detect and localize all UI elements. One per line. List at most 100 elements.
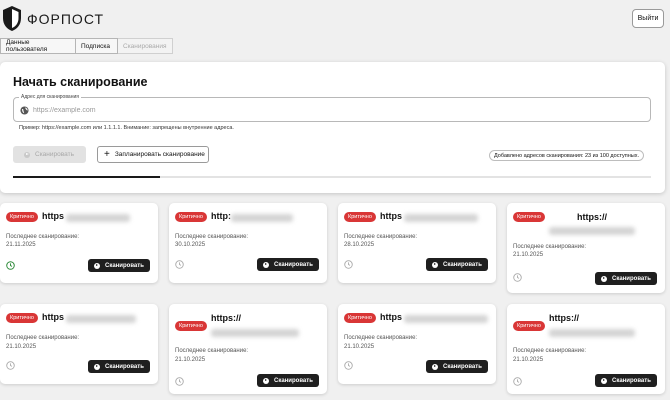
critical-badge: Критично: [175, 321, 207, 331]
tab-subscription[interactable]: Подписка: [76, 38, 118, 54]
start-scan-button: Сканировать: [13, 146, 86, 163]
app-header: ФОРПОСТ Выйти: [0, 0, 670, 40]
critical-badge: Критично: [513, 321, 545, 331]
scan-card: Критично https Последнее сканирование: 2…: [338, 304, 496, 384]
scan-button[interactable]: Сканировать: [88, 360, 150, 373]
blurred-address: [66, 315, 136, 323]
clock-success-icon: [6, 261, 15, 270]
start-scan-label: Сканировать: [35, 151, 74, 158]
last-scan-date: 21.11.2025: [6, 242, 36, 248]
scan-card: Критично https:// Последнее сканирование…: [169, 304, 327, 394]
scan-address-field: Адрес для сканирования: [13, 94, 651, 122]
clock-icon: [344, 361, 353, 370]
card-host: https: [380, 211, 402, 221]
scan-button[interactable]: Сканировать: [88, 259, 150, 272]
scan-button[interactable]: Сканировать: [257, 374, 319, 387]
last-scan-date: 30.10.2025: [175, 242, 206, 248]
scan-button-label: Сканировать: [105, 262, 144, 269]
scan-button[interactable]: Сканировать: [426, 258, 488, 271]
scan-button[interactable]: Сканировать: [595, 374, 657, 387]
blurred-address: [549, 329, 635, 337]
scan-quota-badge: Добавлено адресов сканирования: 23 из 10…: [489, 150, 645, 161]
critical-badge: Критично: [6, 212, 38, 222]
blurred-address: [211, 329, 299, 337]
clock-icon: [344, 260, 353, 269]
play-icon: [94, 363, 100, 370]
last-scan-label: Последнее сканирование:: [175, 234, 249, 240]
globe-icon: [20, 106, 29, 115]
scan-card: Критично https Последнее сканирование: 2…: [0, 203, 158, 283]
scan-address-input[interactable]: [33, 103, 633, 117]
scan-button-label: Сканировать: [274, 261, 313, 268]
scan-button[interactable]: Сканировать: [257, 258, 319, 271]
blurred-address: [404, 214, 478, 222]
last-scan-label: Последнее сканирование:: [6, 234, 80, 240]
schedule-scan-label: Запланировать сканирование: [114, 151, 205, 158]
critical-badge: Критично: [344, 212, 376, 222]
card-host: https: [42, 312, 64, 322]
play-icon: [432, 363, 438, 370]
last-scan-date: 21.10.2025: [175, 357, 206, 363]
scan-button[interactable]: Сканировать: [426, 360, 488, 373]
card-host: https://: [577, 212, 607, 222]
last-scan-label: Последнее сканирование:: [513, 348, 587, 354]
scan-card: Критично https:// Последнее сканирование…: [507, 304, 665, 394]
card-host: http:: [211, 211, 231, 221]
blurred-address: [231, 214, 293, 222]
card-host: https://: [549, 313, 579, 323]
play-icon: [263, 377, 269, 384]
play-icon: [94, 262, 100, 269]
scan-card: Критично http: Последнее сканирование: 3…: [169, 203, 327, 283]
last-scan-label: Последнее сканирование:: [513, 244, 587, 250]
plus-icon: +: [104, 148, 110, 160]
scan-button-label: Сканировать: [443, 363, 482, 370]
card-host: https: [380, 312, 402, 322]
scan-card: Критично https:// Последнее сканирование…: [507, 203, 665, 293]
critical-badge: Критично: [513, 212, 545, 222]
clock-icon: [513, 273, 522, 282]
scan-panel: Начать сканирование Адрес для сканирован…: [0, 62, 665, 193]
tab-scans: Сканирования: [118, 38, 173, 54]
blurred-address: [66, 214, 130, 222]
last-scan-date: 21.10.2025: [513, 252, 544, 258]
play-icon: [24, 151, 30, 158]
tab-user-data[interactable]: Данные пользователя: [0, 38, 76, 54]
last-scan-label: Последнее сканирование:: [175, 348, 249, 354]
last-scan-date: 21.10.2025: [6, 344, 37, 350]
last-scan-label: Последнее сканирование:: [344, 234, 418, 240]
scan-button-label: Сканировать: [612, 275, 651, 282]
last-scan-date: 28.10.2025: [344, 242, 375, 248]
app-name: ФОРПОСТ: [27, 11, 105, 27]
scan-hint: Пример: https://example.com или 1.1.1.1.…: [19, 125, 234, 131]
schedule-scan-button[interactable]: + Запланировать сканирование: [97, 146, 209, 163]
last-scan-label: Последнее сканирование:: [6, 335, 80, 341]
clock-icon: [513, 377, 522, 386]
last-scan-date: 21.10.2025: [513, 357, 544, 363]
clock-icon: [6, 361, 15, 370]
quota-progress-bar: [13, 176, 651, 178]
last-scan-label: Последнее сканирование:: [344, 335, 418, 341]
scan-title: Начать сканирование: [13, 75, 148, 89]
shield-logo-icon: [3, 6, 21, 31]
clock-icon: [175, 260, 184, 269]
play-icon: [432, 261, 438, 268]
critical-badge: Критично: [6, 313, 38, 323]
card-host: https: [42, 211, 64, 221]
play-icon: [601, 275, 607, 282]
logout-button[interactable]: Выйти: [632, 9, 664, 28]
scan-button-label: Сканировать: [274, 377, 313, 384]
blurred-address: [404, 315, 488, 323]
tabs: Данные пользователя Подписка Сканировани…: [0, 38, 173, 54]
scan-card: Критично https Последнее сканирование: 2…: [338, 203, 496, 283]
critical-badge: Критично: [344, 313, 376, 323]
critical-badge: Критично: [175, 212, 207, 222]
scan-address-label: Адрес для сканирования: [19, 94, 81, 100]
scan-button-label: Сканировать: [105, 363, 144, 370]
scan-button[interactable]: Сканировать: [595, 272, 657, 285]
play-icon: [263, 261, 269, 268]
play-icon: [601, 377, 607, 384]
quota-progress-fill: [13, 176, 160, 178]
scan-button-label: Сканировать: [612, 377, 651, 384]
clock-icon: [175, 377, 184, 386]
scan-button-label: Сканировать: [443, 261, 482, 268]
